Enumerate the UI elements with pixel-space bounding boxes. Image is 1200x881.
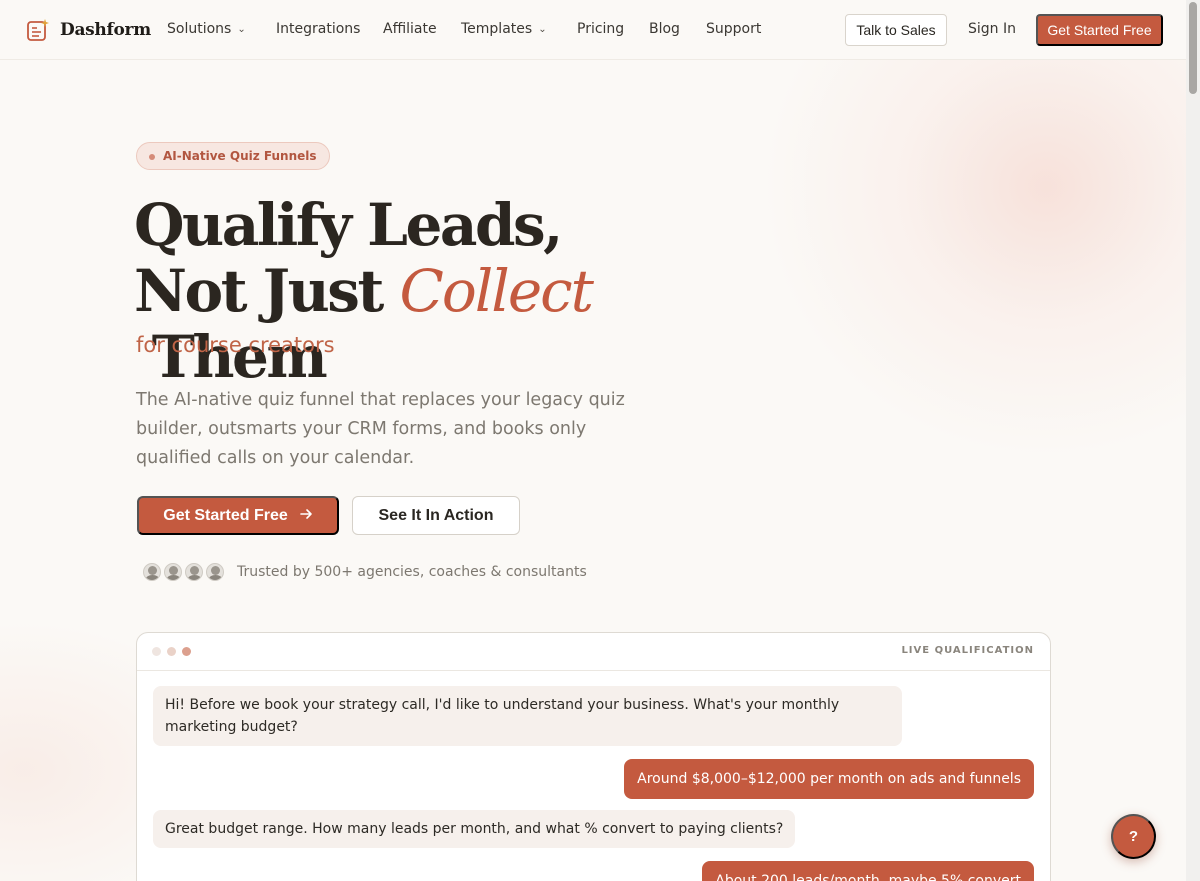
avatar	[185, 563, 203, 581]
card-label: LIVE QUALIFICATION	[901, 645, 1034, 656]
hero-subhead: for course creators	[136, 333, 335, 357]
talk-to-sales-button[interactable]: Talk to Sales	[845, 14, 947, 46]
nav-templates-label: Templates	[461, 21, 533, 37]
get-started-label: Get Started Free	[163, 506, 288, 524]
scrollbar-thumb[interactable]	[1189, 2, 1197, 94]
chevron-down-icon: ⌄	[237, 23, 246, 35]
nav-templates[interactable]: Templates ⌄	[461, 21, 547, 37]
headline-line-2-start: Not Just	[134, 257, 400, 325]
nav-blog[interactable]: Blog	[649, 21, 680, 37]
live-qualification-card: LIVE QUALIFICATION Hi! Before we book yo…	[136, 632, 1051, 881]
chat-message-user: Around $8,000–$12,000 per month on ads a…	[624, 759, 1034, 799]
window-dot-icon	[152, 647, 161, 656]
card-titlebar: LIVE QUALIFICATION	[137, 633, 1050, 671]
hero-headline: Qualify Leads, Not Just Collect Them	[134, 192, 754, 390]
brand-name: Dashform	[60, 20, 151, 40]
trusted-by-text: Trusted by 500+ agencies, coaches & cons…	[237, 564, 587, 580]
sign-in-link[interactable]: Sign In	[968, 21, 1016, 37]
see-it-in-action-button[interactable]: See It In Action	[352, 496, 520, 535]
hero-badge-label: AI-Native Quiz Funnels	[163, 149, 317, 163]
chevron-down-icon: ⌄	[538, 23, 547, 35]
customer-avatars	[143, 563, 224, 581]
headline-accent-word: Collect	[399, 257, 594, 325]
form-sparkle-icon	[26, 18, 50, 42]
nav-affiliate[interactable]: Affiliate	[383, 21, 437, 37]
badge-dot-icon	[149, 154, 155, 160]
nav-solutions[interactable]: Solutions ⌄	[167, 21, 246, 37]
chat-message-ai: Great budget range. How many leads per m…	[153, 810, 796, 848]
avatar	[164, 563, 182, 581]
nav-get-started-button[interactable]: Get Started Free	[1036, 14, 1163, 46]
nav-solutions-label: Solutions	[167, 21, 232, 37]
avatar	[143, 563, 161, 581]
nav-support[interactable]: Support	[706, 21, 761, 37]
page-scrollbar[interactable]	[1186, 0, 1200, 881]
hero-description: The AI-native quiz funnel that replaces …	[136, 390, 625, 468]
brand-logo[interactable]: Dashform	[26, 18, 151, 42]
chat-message-ai: Hi! Before we book your strategy call, I…	[153, 686, 902, 746]
nav-integrations[interactable]: Integrations	[276, 21, 360, 37]
nav-pricing[interactable]: Pricing	[577, 21, 624, 37]
top-nav: Dashform Solutions ⌄ Integrations Affili…	[0, 0, 1186, 60]
window-dot-icon	[182, 647, 191, 656]
arrow-right-icon	[299, 507, 313, 525]
chat-message-user: About 200 leads/month, maybe 5% convert	[702, 861, 1034, 881]
help-button[interactable]: ?	[1111, 814, 1156, 859]
avatar	[206, 563, 224, 581]
hero-badge: AI-Native Quiz Funnels	[136, 142, 330, 170]
window-dot-icon	[167, 647, 176, 656]
get-started-button[interactable]: Get Started Free	[137, 496, 339, 535]
headline-line-1: Qualify Leads,	[134, 191, 563, 259]
